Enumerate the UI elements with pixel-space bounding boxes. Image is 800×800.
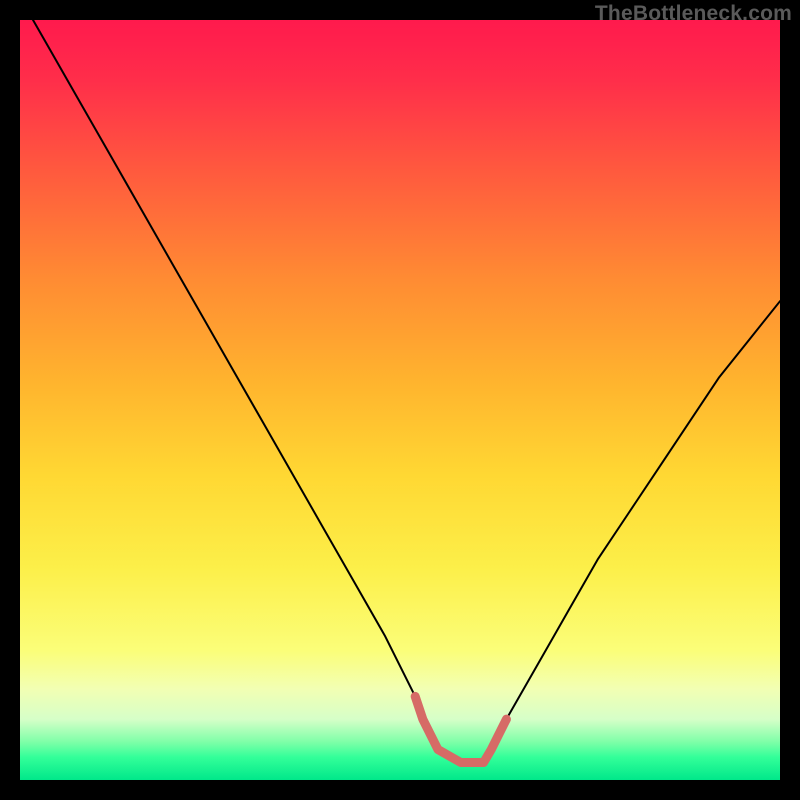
plot-area bbox=[20, 20, 780, 780]
chart-frame: TheBottleneck.com bbox=[0, 0, 800, 800]
watermark-text: TheBottleneck.com bbox=[595, 2, 792, 26]
bottleneck-curve bbox=[20, 20, 780, 763]
accent-segment bbox=[415, 696, 506, 762]
curve-svg bbox=[20, 20, 780, 780]
